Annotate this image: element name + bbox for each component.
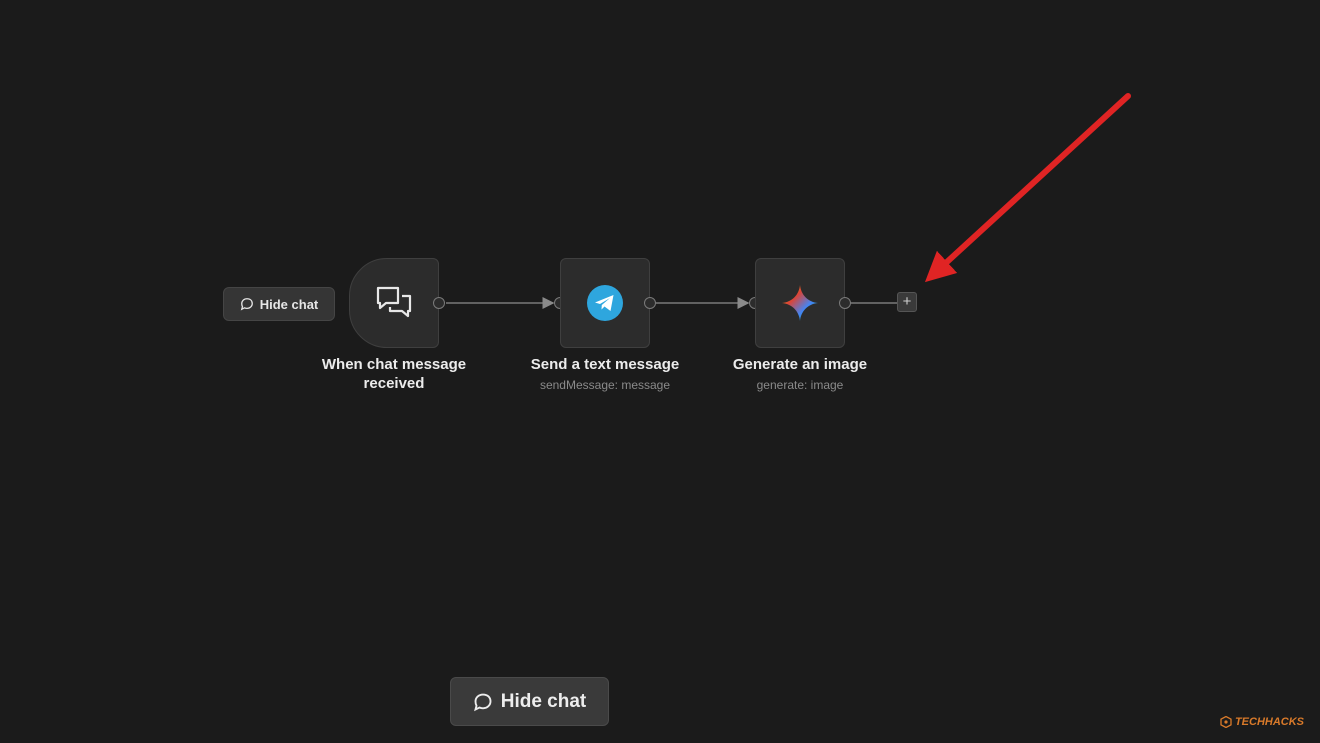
node-2-subtitle: sendMessage: message: [539, 378, 671, 392]
gemini-sparkle-icon: [782, 285, 818, 321]
chat-bubble-icon: [240, 298, 253, 311]
node-1-title: When chat message received: [321, 356, 467, 392]
telegram-icon: [587, 285, 623, 321]
watermark-text: TECHHACKS: [1234, 716, 1304, 728]
node-chat-trigger[interactable]: [349, 258, 439, 348]
node-3-subtitle: generate: image: [756, 378, 844, 392]
node-telegram-send[interactable]: [560, 258, 650, 348]
hide-chat-button-small[interactable]: Hide chat: [223, 287, 335, 321]
node-2-title: Send a text message: [530, 356, 680, 373]
chat-bubble-icon: [473, 693, 492, 711]
node-1-output-handle[interactable]: [433, 297, 445, 309]
hide-chat-label: Hide chat: [500, 690, 587, 712]
techhacks-logo-icon: [1220, 716, 1232, 728]
add-node-button[interactable]: +: [897, 292, 917, 312]
node-3-title: Generate an image: [732, 356, 868, 373]
annotation-arrow: [924, 93, 1131, 283]
watermark: TECHHACKS: [1220, 716, 1304, 728]
hide-chat-button[interactable]: Hide chat: [450, 677, 609, 726]
node-3-output-handle[interactable]: [839, 297, 851, 309]
node-gemini-generate[interactable]: [755, 258, 845, 348]
hide-chat-label: Hide chat: [259, 296, 319, 312]
chat-bubbles-icon: [376, 286, 412, 318]
node-2-output-handle[interactable]: [644, 297, 656, 309]
